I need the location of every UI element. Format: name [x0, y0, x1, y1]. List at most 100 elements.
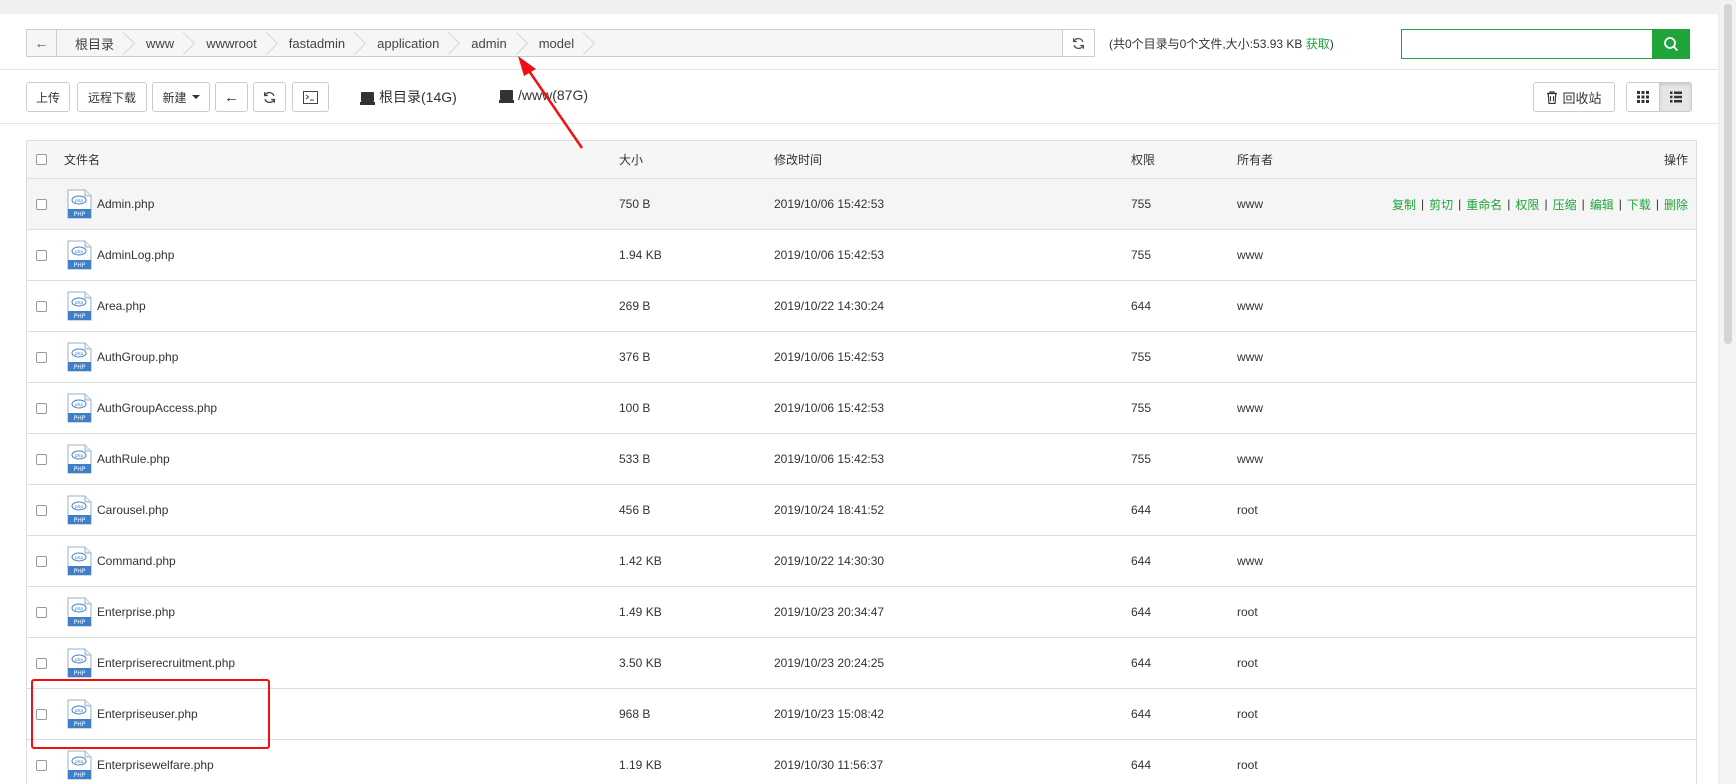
file-name-link[interactable]: Command.php — [97, 536, 176, 586]
file-permission[interactable]: 755 — [1131, 179, 1151, 229]
fetch-size-link[interactable]: 获取 — [1306, 37, 1330, 51]
file-name-link[interactable]: AdminLog.php — [97, 230, 174, 280]
file-permission[interactable]: 644 — [1131, 281, 1151, 331]
scrollbar-thumb[interactable] — [1724, 4, 1732, 344]
php-file-icon[interactable]: php PHP — [67, 495, 93, 525]
row-checkbox[interactable] — [36, 708, 47, 720]
row-checkbox[interactable] — [36, 402, 47, 414]
table-row[interactable]: php PHP Enterpriseuser.php 968 B 2019/10/23 … — [27, 689, 1696, 740]
file-name-link[interactable]: Area.php — [97, 281, 146, 331]
file-name-link[interactable]: AuthGroupAccess.php — [97, 383, 217, 433]
breadcrumb-item[interactable]: wwwroot — [188, 30, 271, 56]
php-file-icon[interactable]: php PHP — [67, 750, 93, 780]
file-name-link[interactable]: Enterpriseuser.php — [97, 689, 198, 739]
new-dropdown-button[interactable]: 新建 — [152, 82, 210, 112]
file-permission[interactable]: 755 — [1131, 230, 1151, 280]
file-name-link[interactable]: AuthRule.php — [97, 434, 170, 484]
file-name-link[interactable]: Admin.php — [97, 179, 154, 229]
action-link[interactable]: 压缩 — [1553, 196, 1577, 213]
php-file-icon[interactable]: php PHP — [67, 189, 93, 219]
row-checkbox[interactable] — [36, 300, 47, 312]
search-button[interactable] — [1652, 29, 1690, 59]
php-file-icon[interactable]: php PHP — [67, 291, 93, 321]
table-row[interactable]: php PHP Enterprise.php 1.49 KB 2019/10/23 20… — [27, 587, 1696, 638]
action-link[interactable]: 编辑 — [1590, 196, 1614, 213]
table-row[interactable]: php PHP AuthGroupAccess.php 100 B 2019/10/06… — [27, 383, 1696, 434]
row-checkbox[interactable] — [36, 351, 47, 363]
table-row[interactable]: php PHP Enterprisewelfare.php 1.19 KB 2019/1… — [27, 740, 1696, 784]
refresh-button[interactable] — [253, 82, 286, 112]
file-permission[interactable]: 755 — [1131, 332, 1151, 382]
disk-root-link[interactable]: 根目录(14G) — [360, 87, 457, 107]
table-row[interactable]: php PHP Admin.php 750 B 2019/10/06 15:42:53 7… — [27, 179, 1696, 230]
file-permission[interactable]: 644 — [1131, 689, 1151, 739]
action-link[interactable]: 复制 — [1392, 196, 1416, 213]
table-row[interactable]: php PHP AuthRule.php 533 B 2019/10/06 15:42:… — [27, 434, 1696, 485]
grid-view-button[interactable] — [1626, 82, 1660, 112]
breadcrumb-back-button[interactable]: ← — [27, 30, 57, 56]
php-file-icon[interactable]: php PHP — [67, 546, 93, 576]
path-input-area[interactable] — [588, 30, 1062, 56]
breadcrumb-item[interactable]: fastadmin — [271, 30, 359, 56]
php-file-icon[interactable]: php PHP — [67, 393, 93, 423]
action-link[interactable]: 重命名 — [1466, 196, 1502, 213]
breadcrumb-item[interactable]: 根目录 — [57, 30, 128, 56]
php-file-icon[interactable]: php PHP — [67, 648, 93, 678]
php-file-icon[interactable]: php PHP — [67, 444, 93, 474]
file-permission[interactable]: 644 — [1131, 587, 1151, 637]
table-row[interactable]: php PHP AdminLog.php 1.94 KB 2019/10/06 15:4… — [27, 230, 1696, 281]
file-name-link[interactable]: Enterpriserecruitment.php — [97, 638, 235, 688]
file-name-link[interactable]: Carousel.php — [97, 485, 168, 535]
row-checkbox[interactable] — [36, 555, 47, 567]
breadcrumb-item[interactable]: admin — [453, 30, 520, 56]
php-file-icon[interactable]: php PHP — [67, 342, 93, 372]
file-permission[interactable]: 644 — [1131, 485, 1151, 535]
file-permission[interactable]: 644 — [1131, 536, 1151, 586]
php-file-icon[interactable]: php PHP — [67, 699, 93, 729]
file-permission[interactable]: 644 — [1131, 740, 1151, 784]
row-checkbox[interactable] — [36, 759, 47, 771]
file-name-link[interactable]: AuthGroup.php — [97, 332, 178, 382]
disk-www-link[interactable]: /www(87G) — [499, 87, 588, 103]
table-row[interactable]: php PHP Carousel.php 456 B 2019/10/24 18:41:… — [27, 485, 1696, 536]
breadcrumb-item[interactable]: application — [359, 30, 453, 56]
file-name-link[interactable]: Enterprise.php — [97, 587, 175, 637]
search-input[interactable] — [1401, 29, 1652, 59]
action-link[interactable]: 下载 — [1627, 196, 1651, 213]
table-row[interactable]: php PHP AuthGroup.php 376 B 2019/10/06 15:42… — [27, 332, 1696, 383]
file-name-link[interactable]: Enterprisewelfare.php — [97, 740, 214, 784]
breadcrumb-item-current[interactable]: model — [521, 30, 588, 56]
row-checkbox[interactable] — [36, 249, 47, 261]
path-refresh-button[interactable] — [1062, 30, 1094, 56]
upload-button[interactable]: 上传 — [26, 82, 70, 112]
file-permission[interactable]: 755 — [1131, 434, 1151, 484]
header-size[interactable]: 大小 — [619, 141, 643, 178]
php-file-icon[interactable]: php PHP — [67, 240, 93, 270]
table-row[interactable]: php PHP Area.php 269 B 2019/10/22 14:30:24 64… — [27, 281, 1696, 332]
header-owner[interactable]: 所有者 — [1237, 141, 1273, 178]
header-permission[interactable]: 权限 — [1131, 141, 1155, 178]
file-permission[interactable]: 644 — [1131, 638, 1151, 688]
action-link[interactable]: 删除 — [1664, 196, 1688, 213]
back-button[interactable]: ← — [215, 82, 248, 112]
php-file-icon[interactable]: php PHP — [67, 597, 93, 627]
list-view-button[interactable] — [1659, 82, 1692, 112]
breadcrumb-item[interactable]: www — [128, 30, 188, 56]
terminal-button[interactable] — [292, 82, 329, 112]
select-all-checkbox[interactable] — [36, 154, 47, 165]
table-row[interactable]: php PHP Command.php 1.42 KB 2019/10/22 14:30… — [27, 536, 1696, 587]
action-link[interactable]: 权限 — [1515, 196, 1539, 213]
remote-download-button[interactable]: 远程下载 — [77, 82, 147, 112]
recycle-bin-button[interactable]: 回收站 — [1533, 82, 1615, 112]
file-permission[interactable]: 755 — [1131, 383, 1151, 433]
row-checkbox[interactable] — [36, 606, 47, 618]
table-row[interactable]: php PHP Enterpriserecruitment.php 3.50 KB 20… — [27, 638, 1696, 689]
header-mtime[interactable]: 修改时间 — [774, 141, 822, 178]
action-link[interactable]: 剪切 — [1429, 196, 1453, 213]
row-checkbox[interactable] — [36, 453, 47, 465]
header-name[interactable]: 文件名 — [64, 141, 100, 178]
vertical-scrollbar[interactable] — [1720, 0, 1736, 784]
row-checkbox[interactable] — [36, 198, 47, 210]
row-checkbox[interactable] — [36, 657, 47, 669]
row-checkbox[interactable] — [36, 504, 47, 516]
